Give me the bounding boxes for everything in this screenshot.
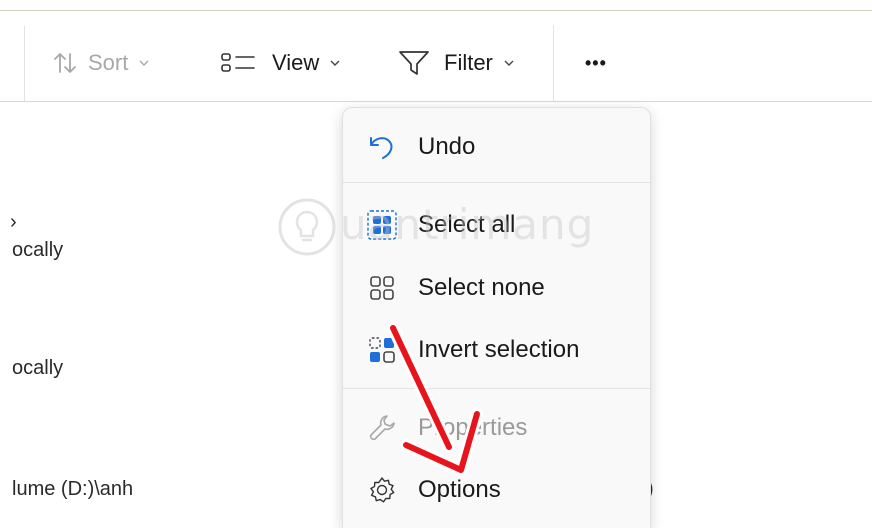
chevron-down-icon (139, 60, 149, 66)
filter-icon (399, 51, 429, 75)
wrench-icon (365, 411, 399, 445)
sort-icon (54, 53, 76, 73)
menu-item-label: Options (418, 476, 501, 503)
list-item-text: ocally (12, 357, 64, 379)
invert-selection-icon (365, 333, 399, 367)
sort-button[interactable]: Sort (52, 49, 151, 77)
see-more-menu: Undo Select all Select none Invert selec… (342, 107, 651, 528)
toolbar-divider (0, 101, 872, 102)
see-more-button[interactable]: ••• (585, 49, 607, 77)
menu-item-label: Properties (418, 414, 528, 441)
list-item-fragment: › (10, 211, 17, 233)
filter-button[interactable]: Filter (398, 49, 516, 77)
menu-separator (343, 388, 650, 389)
select-all-icon (365, 208, 399, 242)
menu-item-options[interactable]: Options (343, 464, 650, 516)
menu-item-label: Undo (418, 133, 476, 160)
menu-item-select-none[interactable]: Select none (343, 262, 650, 314)
undo-icon (365, 130, 399, 164)
toolbar-separator-right (553, 26, 554, 101)
filter-label: Filter (444, 50, 493, 75)
menu-item-undo[interactable]: Undo (343, 121, 650, 173)
list-item-text: lume (D:)\anh (12, 478, 134, 500)
view-button[interactable]: View (220, 49, 342, 77)
command-bar: Sort View Filter ••• (0, 11, 872, 101)
gear-icon (365, 473, 399, 507)
lightbulb-icon (278, 198, 336, 256)
view-icon (221, 53, 255, 72)
menu-item-select-all[interactable]: Select all (343, 199, 650, 251)
list-item-text: ocally (12, 239, 64, 261)
menu-item-label: Select none (418, 274, 545, 301)
select-none-icon (365, 271, 399, 305)
menu-item-label: Select all (418, 211, 516, 238)
chevron-down-icon (330, 60, 340, 66)
sort-label: Sort (88, 50, 129, 75)
view-label: View (272, 50, 320, 75)
chevron-down-icon (504, 60, 514, 66)
menu-item-label: Invert selection (418, 336, 580, 363)
toolbar-separator-left (24, 26, 25, 101)
menu-separator (343, 182, 650, 183)
menu-item-properties[interactable]: Properties (343, 402, 650, 454)
menu-item-invert-selection[interactable]: Invert selection (343, 324, 650, 376)
more-icon: ••• (585, 52, 607, 73)
